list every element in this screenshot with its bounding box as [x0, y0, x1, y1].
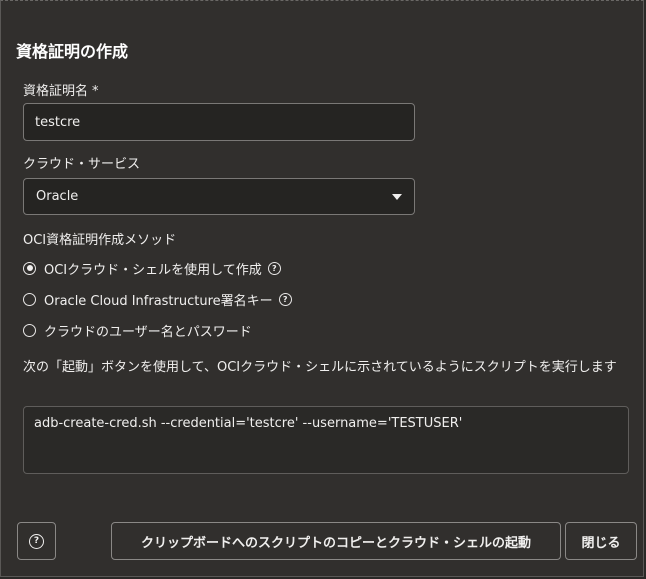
radio-unchecked-icon[interactable] — [23, 292, 36, 306]
caret-down-icon — [392, 193, 402, 200]
cloud-service-label: クラウド・サービス — [23, 157, 141, 172]
credential-name-input[interactable] — [23, 103, 415, 141]
credential-name-label-text: 資格証明名 — [23, 84, 89, 99]
question-circle-icon[interactable]: ? — [278, 292, 292, 306]
credential-name-label: 資格証明名 * — [23, 80, 99, 99]
radio-option-label: Oracle Cloud Infrastructure署名キー — [44, 293, 273, 309]
help-button[interactable]: ? — [17, 522, 56, 560]
radio-option-label: クラウドのユーザー名とパスワード — [44, 324, 252, 340]
dialog-title: 資格証明の作成 — [16, 42, 129, 61]
radio-unchecked-icon[interactable] — [23, 323, 36, 337]
copy-and-launch-cloud-shell-button[interactable]: クリップボードへのスクリプトのコピーとクラウド・シェルの起動 — [111, 522, 561, 560]
radio-option-username-password[interactable]: クラウドのユーザー名とパスワード — [23, 320, 252, 340]
create-credential-dialog: 資格証明の作成 資格証明名* クラウド・サービス Oracle OCI資格証明作… — [0, 0, 644, 577]
question-circle-icon: ? — [29, 533, 44, 549]
required-marker: * — [92, 84, 99, 99]
method-label: OCI資格証明作成メソッド — [23, 233, 177, 248]
radio-option-cloud-shell[interactable]: OCIクラウド・シェルを使用して作成 ? — [23, 258, 281, 278]
radio-option-label: OCIクラウド・シェルを使用して作成 — [44, 262, 262, 278]
cloud-service-selected-value: Oracle — [36, 189, 79, 204]
cloud-service-select[interactable]: Oracle — [23, 178, 415, 215]
close-button[interactable]: 閉じる — [565, 522, 637, 560]
radio-checked-icon[interactable] — [23, 261, 36, 275]
script-textarea[interactable]: adb-create-cred.sh --credential='testcre… — [23, 406, 629, 474]
question-circle-icon[interactable]: ? — [267, 261, 281, 275]
instruction-text: 次の「起動」ボタンを使用して、OCIクラウド・シェルに示されているようにスクリプ… — [23, 360, 617, 375]
radio-option-signing-key[interactable]: Oracle Cloud Infrastructure署名キー ? — [23, 289, 292, 309]
